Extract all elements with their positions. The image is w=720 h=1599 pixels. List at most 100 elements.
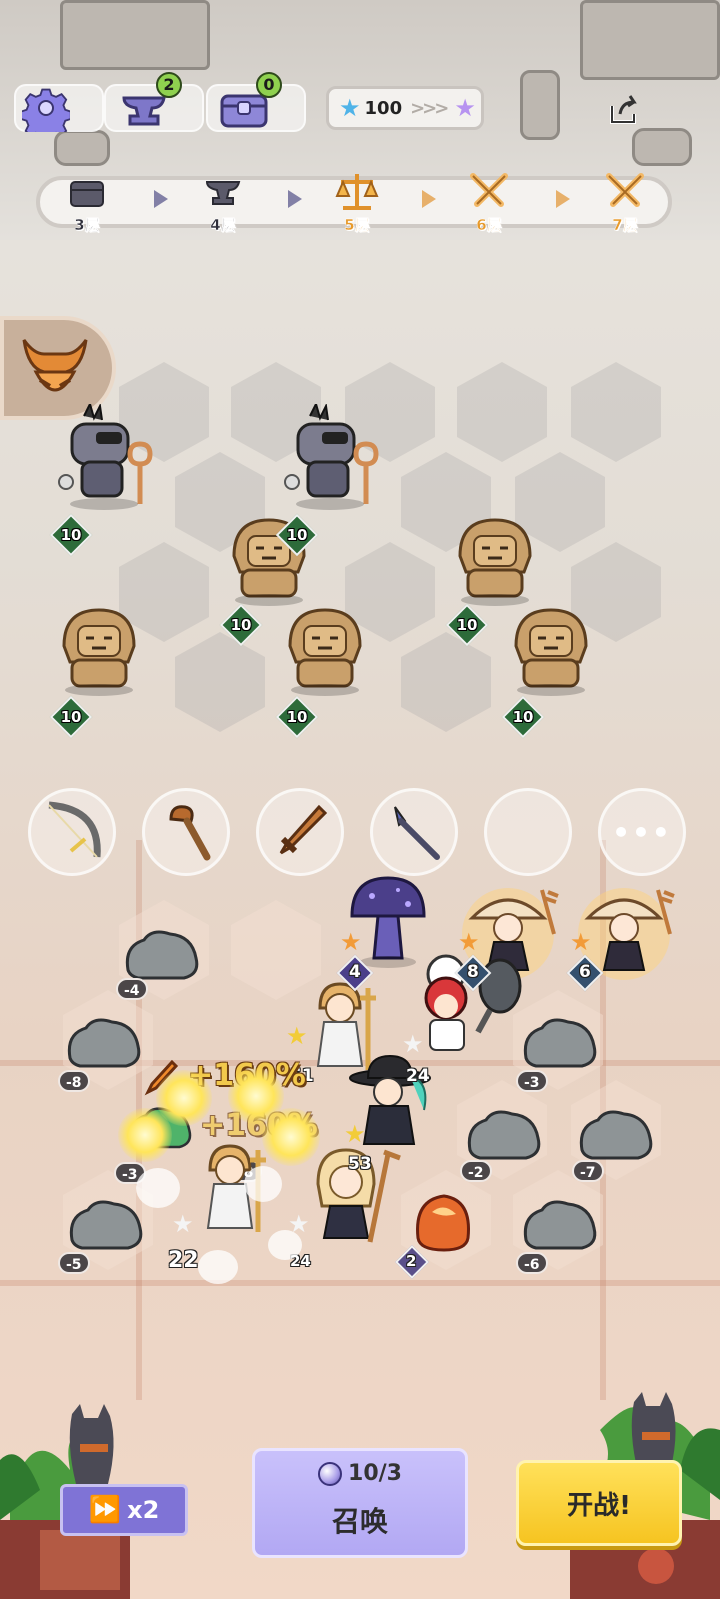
item-slot-club[interactable] xyxy=(142,788,230,876)
floor-arrow xyxy=(154,190,168,208)
spear-icon xyxy=(394,806,440,860)
crossed-swords-icon xyxy=(606,173,644,207)
rock-obstacle[interactable] xyxy=(520,1194,600,1254)
summon-button[interactable]: 10/3 召唤 xyxy=(252,1448,468,1558)
floor-7: 7层 xyxy=(590,170,660,240)
star-purple-icon: ★ xyxy=(454,94,476,122)
jackal-warrior-enemy[interactable] xyxy=(280,404,390,514)
star-rank-icon: ★ xyxy=(172,1210,194,1238)
club-icon xyxy=(169,805,211,861)
ally-level-text: 8 xyxy=(467,962,479,982)
share-icon[interactable] xyxy=(606,92,642,128)
smoke-effect xyxy=(268,1230,302,1260)
smoke-effect xyxy=(198,1250,238,1284)
start-battle-label: 开战! xyxy=(567,1490,631,1521)
enemy-hex-tile xyxy=(175,632,265,732)
floor-arrow xyxy=(556,190,570,208)
item-slot-dagger[interactable] xyxy=(256,788,344,876)
sphinx-enemy[interactable] xyxy=(450,512,540,608)
item-slot-empty[interactable] xyxy=(484,788,572,876)
floor-arrow xyxy=(422,190,436,208)
star-rank-icon: ★ xyxy=(340,928,362,956)
floor-5-label: 5层 xyxy=(344,216,370,234)
star-progress-pill[interactable]: ★ 100 >>> ★ xyxy=(326,86,484,130)
ally-level-text: 24 xyxy=(406,1066,430,1086)
floor-5-current: 5层 xyxy=(322,170,392,240)
start-battle-button[interactable]: 开战! xyxy=(516,1460,682,1546)
speed-toggle-button[interactable]: ⏩ x2 xyxy=(60,1484,188,1536)
item-slot-bow[interactable] xyxy=(28,788,116,876)
star-blue-icon: ★ xyxy=(339,94,361,122)
ally-level-text: 53 xyxy=(348,1154,372,1174)
rock-value-label: -2 xyxy=(460,1160,492,1182)
scales-icon xyxy=(335,174,379,210)
crossed-swords-icon xyxy=(470,173,508,207)
ally-level-text: 2 xyxy=(406,1252,417,1270)
star-rank-icon: ★ xyxy=(458,928,480,956)
star-rank-icon: ★ xyxy=(402,1030,424,1058)
rock-value-label: -6 xyxy=(516,1252,548,1274)
rock-value-label: -4 xyxy=(116,978,148,1000)
summon-cost-text: 10/3 xyxy=(348,1461,402,1486)
summon-cost: 10/3 xyxy=(255,1461,465,1486)
floor-4-label: 4层 xyxy=(210,216,236,234)
star-rank-icon: ★ xyxy=(286,1022,308,1050)
ally-level-text: 4 xyxy=(349,962,361,982)
enemy-level-text: 10 xyxy=(286,526,308,544)
gear-icon xyxy=(22,88,70,132)
ruins-pillar-left xyxy=(54,130,110,166)
fast-forward-icon: ⏩ xyxy=(88,1495,122,1525)
enemy-hex-tile xyxy=(457,362,547,462)
star-rank-icon: ★ xyxy=(344,1120,366,1148)
floor-3: 3层 xyxy=(52,170,122,240)
rock-obstacle[interactable] xyxy=(520,1012,600,1072)
enemy-level-text: 10 xyxy=(60,526,82,544)
floor-arrow xyxy=(288,190,302,208)
item-slot-spear[interactable] xyxy=(370,788,458,876)
dagger-icon xyxy=(279,804,328,855)
enemy-level-text: 10 xyxy=(230,616,252,634)
cat-statue-left-icon xyxy=(69,1404,114,1484)
rock-obstacle[interactable] xyxy=(122,924,202,984)
rock-value-label: -8 xyxy=(58,1070,90,1092)
star-count: 100 xyxy=(364,97,403,119)
rock-value-label: -7 xyxy=(572,1160,604,1182)
rock-obstacle[interactable] xyxy=(576,1104,656,1164)
rock-obstacle[interactable] xyxy=(66,1194,146,1254)
enemy-level-text: 10 xyxy=(456,616,478,634)
rock-value-label: -3 xyxy=(516,1070,548,1092)
floor-7-label: 7层 xyxy=(612,216,638,234)
ally-level-text: 6 xyxy=(579,962,591,982)
spark-effect xyxy=(262,1108,320,1166)
chest-count-badge: 0 xyxy=(256,72,282,98)
floor-6-label: 6层 xyxy=(476,216,502,234)
rock-value-label: -5 xyxy=(58,1252,90,1274)
smoke-effect xyxy=(136,1168,180,1208)
enemy-level-text: 10 xyxy=(512,708,534,726)
wall-line xyxy=(0,1280,720,1286)
more-icon: ••• xyxy=(612,815,672,849)
sphinx-enemy[interactable] xyxy=(506,602,596,698)
sphinx-enemy[interactable] xyxy=(54,602,144,698)
ruins-pillar-mid xyxy=(520,70,560,140)
enemy-hex-tile xyxy=(571,362,661,462)
ally-level-text: 22 xyxy=(168,1248,199,1273)
progress-arrows: >>> xyxy=(410,97,449,119)
item-slot-more[interactable]: ••• xyxy=(598,788,686,876)
fire-slime-hero[interactable] xyxy=(408,1188,478,1258)
anvil-icon xyxy=(205,181,241,205)
star-rank-icon: ★ xyxy=(570,928,592,956)
enemy-level-text: 10 xyxy=(286,708,308,726)
spark-effect xyxy=(118,1108,172,1162)
sphinx-enemy[interactable] xyxy=(280,602,370,698)
ruins-block-left xyxy=(60,0,210,70)
chest-icon xyxy=(70,181,104,207)
jackal-warrior-enemy[interactable] xyxy=(54,404,164,514)
floor-4: 4层 xyxy=(188,170,258,240)
bow-icon xyxy=(48,801,101,858)
summon-label: 召唤 xyxy=(331,1505,388,1538)
ruins-block-right xyxy=(580,0,720,80)
rock-obstacle[interactable] xyxy=(64,1012,144,1072)
enemy-level-text: 10 xyxy=(60,708,82,726)
rock-obstacle[interactable] xyxy=(464,1104,544,1164)
